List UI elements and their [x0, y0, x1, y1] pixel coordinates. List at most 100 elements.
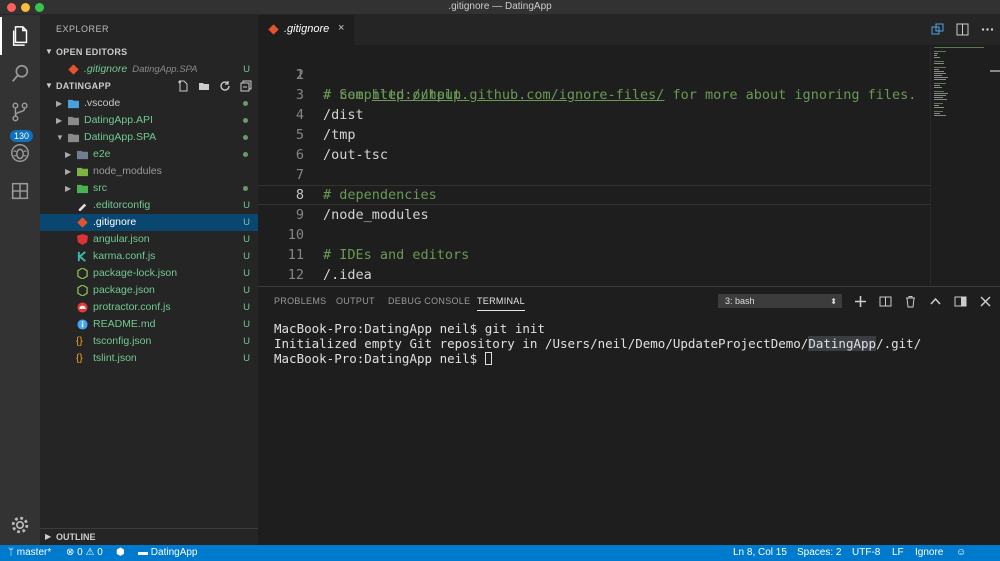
activity-search[interactable] — [0, 55, 40, 93]
modified-dot — [243, 101, 248, 106]
json-braces-icon: {} — [76, 336, 83, 347]
gear-icon — [11, 516, 29, 534]
terminal-cursor — [484, 352, 492, 365]
close-icon[interactable]: × — [338, 22, 344, 34]
line-ending[interactable]: LF — [892, 545, 904, 561]
tree-item-package-lock[interactable]: package-lock.json U — [40, 265, 258, 282]
minimap[interactable] — [930, 45, 990, 286]
add-terminal-icon[interactable] — [854, 295, 867, 308]
code-line: 9/node_modules — [295, 207, 429, 223]
tree-item-vscode[interactable]: ▶ .vscode — [40, 95, 258, 112]
tree-item-karma[interactable]: karma.conf.js U — [40, 248, 258, 265]
node-folder-icon — [77, 167, 88, 177]
close-panel-icon[interactable] — [979, 295, 992, 308]
split-editor-icon[interactable] — [956, 23, 969, 36]
tree-item-e2e[interactable]: ▶ e2e — [40, 146, 258, 163]
code-line: 7 — [295, 167, 304, 183]
activity-manage[interactable] — [0, 506, 40, 544]
terminal-line: MacBook-Pro:DatingApp neil$ git init — [274, 321, 545, 336]
files-icon — [12, 26, 28, 46]
git-file-icon — [68, 64, 79, 75]
code-line: 11 # IDEs and editors — [287, 247, 470, 263]
code-line: 12/.idea — [287, 267, 372, 283]
tab-problems[interactable]: PROBLEMS — [274, 296, 326, 306]
code-line: 4/dist — [295, 107, 364, 123]
chevron-right-icon: ▶ — [65, 150, 72, 159]
new-file-icon[interactable] — [177, 80, 189, 92]
title-bar: .gitignore — DatingApp — [0, 0, 1000, 15]
terminal-prompt-line: MacBook-Pro:DatingApp neil$ — [274, 351, 921, 366]
tree-item-node-modules[interactable]: ▶ node_modules — [40, 163, 258, 180]
activity-source-control[interactable] — [0, 93, 40, 131]
chevron-up-icon[interactable] — [929, 295, 942, 308]
activity-extensions[interactable] — [0, 172, 40, 210]
root-folder-label: DATINGAPP — [56, 81, 112, 91]
indentation[interactable]: Spaces: 2 — [797, 545, 841, 561]
tab-gitignore[interactable]: .gitignore × — [258, 15, 354, 45]
workspace-folder[interactable]: ▬ DatingApp — [138, 545, 197, 561]
e2e-folder-icon — [77, 150, 88, 160]
tab-label: .gitignore — [284, 23, 330, 35]
status-bar: ᛘ master* ⊗ 0 ⚠ 0 ⬢ ▬ DatingApp Ln 8, Co… — [0, 545, 1000, 561]
protractor-icon — [77, 302, 88, 313]
node-icon: ⬢ — [116, 547, 125, 558]
tree-item-readme[interactable]: README.md U — [40, 316, 258, 333]
activity-bar: 130 — [0, 15, 40, 545]
tree-item-spa[interactable]: ▼ DatingApp.SPA — [40, 129, 258, 146]
problems-indicator[interactable]: ⊗ 0 ⚠ 0 — [66, 545, 103, 561]
tree-item-editorconfig[interactable]: .editorconfig U — [40, 197, 258, 214]
explorer-title: EXPLORER — [56, 24, 110, 34]
datingapp-root-header[interactable]: ▼ DATINGAPP — [40, 78, 258, 95]
code-line: 2 — [295, 67, 304, 83]
activity-debug[interactable] — [0, 134, 40, 172]
folder-open-icon — [68, 133, 79, 143]
tree-item-api[interactable]: ▶ DatingApp.API — [40, 112, 258, 129]
terminal-select[interactable]: 3: bash ⬍ — [718, 294, 842, 308]
tree-item-package-json[interactable]: package.json U — [40, 282, 258, 299]
tree-item-tsconfig[interactable]: {} tsconfig.json U — [40, 333, 258, 350]
tree-item-tslint[interactable]: {} tslint.json U — [40, 350, 258, 367]
open-editors-header[interactable]: ▼ OPEN EDITORS — [40, 44, 258, 61]
editor-scroll-indicator[interactable] — [990, 70, 1000, 72]
chevron-right-icon: ▶ — [65, 167, 72, 176]
split-terminal-icon[interactable] — [879, 295, 892, 308]
modified-dot — [243, 118, 248, 123]
tree-item-src[interactable]: ▶ src — [40, 180, 258, 197]
branch-indicator[interactable]: ᛘ master* — [8, 545, 51, 561]
tab-terminal[interactable]: TERMINAL — [477, 296, 525, 311]
chevron-down-icon: ▼ — [45, 81, 54, 90]
code-line: 6/out-tsc — [295, 147, 389, 163]
git-file-icon — [268, 24, 279, 35]
feedback-icon[interactable]: ☺ — [956, 545, 966, 561]
tree-item-gitignore[interactable]: .gitignore U — [40, 214, 258, 231]
open-editor-item[interactable]: .gitignore DatingApp.SPA U — [40, 61, 258, 78]
activity-explorer[interactable] — [0, 17, 40, 55]
bottom-panel: PROBLEMS OUTPUT DEBUG CONSOLE TERMINAL 3… — [258, 286, 1000, 545]
chevron-right-icon: ▶ — [56, 99, 63, 108]
highlighted-text: DatingApp — [808, 336, 877, 351]
code-line: 5/tmp — [295, 127, 356, 143]
search-icon — [11, 64, 29, 82]
tab-output[interactable]: OUTPUT — [336, 296, 375, 306]
encoding[interactable]: UTF-8 — [852, 545, 880, 561]
explorer-sidebar: EXPLORER ▼ OPEN EDITORS .gitignore Dating… — [40, 15, 258, 545]
tree-item-protractor[interactable]: protractor.conf.js U — [40, 299, 258, 316]
open-changes-icon[interactable] — [931, 23, 944, 36]
karma-icon — [77, 251, 86, 262]
outline-section[interactable]: ▶ OUTLINE — [40, 528, 258, 545]
tab-debug-console[interactable]: DEBUG CONSOLE — [388, 296, 470, 306]
new-folder-icon[interactable] — [198, 80, 210, 92]
trash-icon[interactable] — [904, 295, 917, 308]
refresh-icon[interactable] — [219, 80, 231, 92]
tree-item-angular-json[interactable]: angular.json U — [40, 231, 258, 248]
language-mode[interactable]: Ignore — [915, 545, 943, 561]
terminal-output[interactable]: MacBook-Pro:DatingApp neil$ git init Ini… — [274, 321, 921, 366]
collapse-all-icon[interactable] — [240, 80, 252, 92]
outline-label: OUTLINE — [56, 532, 96, 542]
chevron-down-icon: ▼ — [56, 133, 64, 142]
code-editor[interactable]: 1 # See http://help.github.com/ignore-fi… — [258, 45, 1000, 286]
more-actions-icon[interactable] — [981, 23, 994, 36]
npm-icon — [77, 268, 88, 279]
toggle-panel-position-icon[interactable] — [954, 295, 967, 308]
cursor-position[interactable]: Ln 8, Col 15 — [733, 545, 787, 561]
